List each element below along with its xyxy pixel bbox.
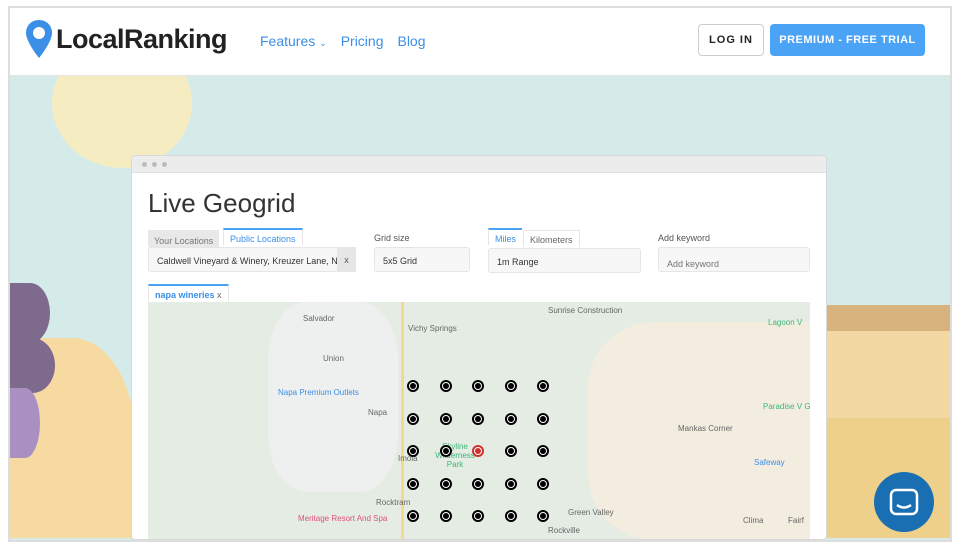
keyword-label: Add keyword — [658, 233, 711, 243]
map-label: Salvador — [303, 314, 335, 323]
map-label: Clima — [743, 516, 764, 525]
nav-blog[interactable]: Blog — [397, 33, 425, 49]
map-label: Rocktram — [376, 498, 411, 507]
grid-point[interactable] — [504, 445, 517, 457]
grid-point[interactable] — [407, 477, 419, 490]
grid-point[interactable] — [504, 380, 517, 392]
grid-point[interactable] — [472, 477, 484, 490]
grid-point[interactable] — [472, 510, 484, 522]
map-label: Sunrise Construction — [548, 306, 623, 315]
grid-point[interactable] — [537, 510, 549, 522]
grape-decoration — [10, 388, 40, 458]
grid-point[interactable] — [439, 412, 452, 425]
page-title: Live Geogrid — [148, 188, 296, 218]
map-label: Rockville — [548, 526, 581, 535]
center-grid-point[interactable] — [472, 445, 484, 457]
keyword-tab[interactable]: napa wineries x — [148, 284, 229, 301]
city-area — [268, 302, 398, 492]
map-label: Napa — [368, 408, 388, 417]
range-select[interactable]: 1m Range — [488, 248, 641, 273]
grid-point[interactable] — [439, 510, 452, 522]
grid-size-select[interactable]: 5x5 Grid — [374, 247, 470, 272]
map-label: Union — [323, 354, 344, 363]
chevron-down-icon: ⌄ — [319, 38, 327, 48]
logo[interactable]: LocalRanking — [26, 20, 228, 58]
map-label: Mankas Corner — [678, 424, 733, 433]
grid-point[interactable] — [439, 445, 452, 457]
chat-button[interactable] — [874, 472, 934, 532]
grid-point[interactable] — [407, 510, 419, 522]
grid-point[interactable] — [537, 445, 549, 457]
main-nav: Features ⌄ Pricing Blog — [260, 33, 426, 49]
geogrid-map[interactable]: Salvador Vichy Springs Sunrise Constructio… — [148, 302, 810, 539]
map-label: Green Valley — [568, 508, 614, 517]
map-label: Paradise V Golf Co — [763, 402, 810, 411]
tab-miles[interactable]: Miles — [488, 228, 523, 245]
keyword-input[interactable] — [658, 247, 810, 272]
map-label: Fairf — [788, 516, 804, 525]
location-input[interactable]: Caldwell Vineyard & Winery, Kreuzer Lane… — [148, 247, 356, 272]
tab-public-locations[interactable]: Public Locations — [223, 228, 303, 245]
grid-point[interactable] — [504, 477, 517, 490]
site-header: LocalRanking Features ⌄ Pricing Blog LOG… — [10, 8, 950, 76]
grid-point[interactable] — [504, 412, 517, 425]
grid-point[interactable] — [504, 510, 517, 522]
tab-your-locations[interactable]: Your Locations — [148, 230, 220, 247]
page: LocalRanking Features ⌄ Pricing Blog LOG… — [8, 6, 952, 542]
map-pin-logo-icon — [26, 20, 52, 58]
house-roof-decoration — [825, 305, 950, 331]
grid-point[interactable] — [407, 412, 419, 425]
grid-point[interactable] — [537, 477, 549, 490]
login-button[interactable]: LOG IN — [698, 24, 764, 56]
grape-decoration — [10, 283, 50, 343]
tab-kilometers[interactable]: Kilometers — [523, 230, 580, 247]
chat-icon — [889, 488, 919, 516]
grid-size-label: Grid size — [374, 233, 410, 243]
map-label: Safeway — [754, 458, 785, 467]
grape-decoration — [10, 338, 55, 393]
grid-point[interactable] — [472, 380, 484, 392]
geogrid-preview-window: Live Geogrid Your Locations Public Locat… — [131, 155, 827, 540]
grid-point[interactable] — [407, 380, 419, 392]
nav-pricing[interactable]: Pricing — [341, 33, 384, 49]
grid-point[interactable] — [537, 412, 549, 425]
free-trial-button[interactable]: PREMIUM - FREE TRIAL — [770, 24, 925, 56]
map-label: Napa Premium Outlets — [278, 388, 359, 397]
grid-point[interactable] — [439, 380, 452, 392]
close-keyword-icon[interactable]: x — [217, 290, 222, 300]
grid-point[interactable] — [407, 445, 419, 457]
clear-location-button[interactable]: x — [337, 247, 356, 272]
grid-point[interactable] — [439, 477, 452, 490]
map-label: Vichy Springs — [408, 324, 457, 333]
map-label: Meritage Resort And Spa — [298, 514, 388, 523]
logo-text: LocalRanking — [56, 23, 228, 54]
map-label: Lagoon V — [768, 318, 803, 327]
nav-features[interactable]: Features ⌄ — [260, 33, 327, 49]
grid-point[interactable] — [472, 412, 484, 425]
grid-point[interactable] — [537, 380, 549, 392]
window-titlebar — [132, 156, 826, 173]
